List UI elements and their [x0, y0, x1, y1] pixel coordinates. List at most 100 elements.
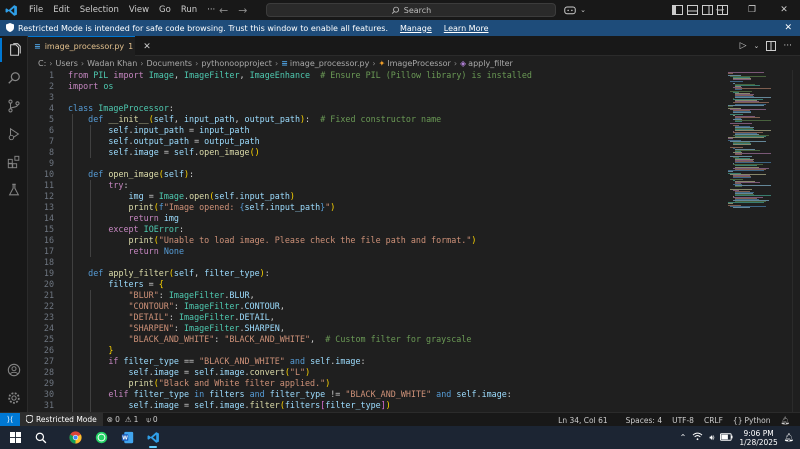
indentation[interactable]: Spaces: 4	[622, 416, 666, 425]
tray-overflow-chevron-icon[interactable]: ⌃	[680, 433, 687, 442]
testing-flask-icon[interactable]	[0, 178, 28, 202]
vertical-scrollbar[interactable]	[792, 70, 800, 412]
code-line[interactable]: 27 if filter_type == "BLACK_AND_WHITE" a…	[28, 356, 728, 367]
taskbar-search-icon[interactable]	[28, 426, 54, 449]
code-line[interactable]: 30 elif filter_type in filters and filte…	[28, 389, 728, 400]
code-line[interactable]: 26 }	[28, 345, 728, 356]
system-clock[interactable]: 9:06 PM 1/28/2025	[739, 429, 777, 447]
code-line[interactable]: 31 self.image = self.image.filter(filter…	[28, 400, 728, 411]
manage-link[interactable]: Manage	[400, 24, 432, 33]
code-line[interactable]: 15 except IOError:	[28, 224, 728, 235]
breadcrumb-method[interactable]: apply_filter	[468, 59, 513, 68]
banner-message: Restricted Mode is intended for safe cod…	[18, 23, 388, 33]
restricted-mode-status[interactable]: Restricted Mode	[20, 412, 103, 427]
code-line[interactable]: 8 self.image = self.open_image()	[28, 147, 728, 158]
code-line[interactable]: 10 def open_image(self):	[28, 169, 728, 180]
menu-edit[interactable]: Edit	[48, 0, 74, 20]
close-tab-icon[interactable]: ✕	[143, 42, 151, 52]
code-line[interactable]: 14 return img	[28, 213, 728, 224]
code-line[interactable]: 7 self.output_path = output_path	[28, 136, 728, 147]
code-editor[interactable]: 1 from PIL import Image, ImageFilter, Ima…	[28, 70, 728, 412]
run-debug-icon[interactable]	[0, 122, 28, 146]
code-line[interactable]: 20 filters = {	[28, 279, 728, 290]
code-line[interactable]: 16 print("Unable to load image. Please c…	[28, 235, 728, 246]
copilot-icon[interactable]	[562, 0, 578, 20]
restore-icon[interactable]: ❐	[736, 0, 768, 20]
notification-center-icon[interactable]: 🔔︎	[784, 433, 794, 442]
command-center-search[interactable]: Search	[266, 3, 556, 17]
minimap[interactable]	[728, 70, 792, 412]
code-line[interactable]: 11 try:	[28, 180, 728, 191]
notifications-bell-icon[interactable]: 🔔︎	[776, 416, 794, 425]
breadcrumb-file[interactable]: image_processor.py	[290, 59, 369, 68]
breadcrumb-drive[interactable]: C:	[38, 59, 46, 68]
code-line[interactable]: 24 "SHARPEN": ImageFilter.SHARPEN,	[28, 323, 728, 334]
extensions-icon[interactable]	[0, 150, 28, 174]
minimize-icon[interactable]: —	[704, 0, 736, 20]
code-line[interactable]: 13 print(f"Image opened: {self.input_pat…	[28, 202, 728, 213]
code-line[interactable]: 28 self.image = self.image.convert("L")	[28, 367, 728, 378]
menu-go[interactable]: Go	[154, 0, 176, 20]
tab-image-processor[interactable]: ≡ image_processor.py 1 ✕	[28, 36, 151, 56]
code-line[interactable]: 12 img = Image.open(self.input_path)	[28, 191, 728, 202]
toggle-panel-icon[interactable]	[687, 5, 698, 15]
volume-icon[interactable]: 🔊︎	[709, 433, 714, 443]
copilot-dropdown-icon[interactable]: ⌄	[578, 0, 588, 20]
back-arrow-icon[interactable]: ←	[219, 4, 228, 17]
code-line[interactable]: 2 import os	[28, 81, 728, 92]
breadcrumb-project[interactable]: pythonoopproject	[201, 59, 272, 68]
code-line[interactable]: 4 class ImageProcessor:	[28, 103, 728, 114]
code-line[interactable]: 19 def apply_filter(self, filter_type):	[28, 268, 728, 279]
menu-view[interactable]: View	[124, 0, 154, 20]
code-line[interactable]: 5 def __init__(self, input_path, output_…	[28, 114, 728, 125]
code-line[interactable]: 3	[28, 92, 728, 103]
ports-status[interactable]: ⍦ 0	[142, 415, 161, 425]
forward-arrow-icon[interactable]: →	[238, 4, 247, 17]
code-line[interactable]: 22 "CONTOUR": ImageFilter.CONTOUR,	[28, 301, 728, 312]
code-line[interactable]: 9	[28, 158, 728, 169]
close-banner-icon[interactable]: ✕	[784, 20, 792, 36]
code-line[interactable]: 21 "BLUR": ImageFilter.BLUR,	[28, 290, 728, 301]
windows-start-icon[interactable]	[2, 426, 28, 449]
wifi-icon[interactable]	[692, 432, 703, 443]
code-line[interactable]: 18	[28, 257, 728, 268]
code-line[interactable]: 6 self.input_path = input_path	[28, 125, 728, 136]
close-window-icon[interactable]: ✕	[768, 0, 800, 20]
learn-more-link[interactable]: Learn More	[444, 24, 489, 33]
encoding[interactable]: UTF-8	[668, 416, 698, 425]
menu-more[interactable]: ···	[202, 0, 220, 20]
search-sidebar-icon[interactable]	[0, 66, 28, 90]
explorer-icon[interactable]	[0, 38, 28, 62]
word-icon[interactable]: W	[114, 426, 140, 449]
breadcrumb-user[interactable]: Wadan Khan	[87, 59, 137, 68]
breadcrumb-documents[interactable]: Documents	[146, 59, 192, 68]
problems-status[interactable]: ⊗ 0 ⚠ 1	[103, 415, 143, 424]
vscode-taskbar-icon[interactable]	[140, 426, 166, 449]
line-ending[interactable]: CRLF	[700, 416, 727, 425]
remote-indicator-icon[interactable]: ⟩⟨	[0, 412, 20, 427]
code-line[interactable]: 29 print("Black and White filter applied…	[28, 378, 728, 389]
run-dropdown-icon[interactable]: ⌄	[754, 42, 760, 50]
toggle-primary-sidebar-icon[interactable]	[672, 5, 683, 15]
code-line[interactable]: 1 from PIL import Image, ImageFilter, Ima…	[28, 70, 728, 81]
account-icon[interactable]	[0, 358, 28, 382]
split-editor-icon[interactable]	[766, 41, 777, 51]
more-actions-icon[interactable]: ···	[783, 41, 792, 51]
cursor-position[interactable]: Ln 34, Col 61	[554, 416, 611, 425]
chevron-right-icon: ›	[372, 58, 376, 68]
menu-run[interactable]: Run	[176, 0, 202, 20]
run-file-icon[interactable]: ▷	[740, 41, 747, 51]
whatsapp-icon[interactable]	[88, 426, 114, 449]
code-line[interactable]: 17 return None	[28, 246, 728, 257]
code-line[interactable]: 25 "BLACK_AND_WHITE": "BLACK_AND_WHITE",…	[28, 334, 728, 345]
breadcrumb-class[interactable]: ImageProcessor	[387, 59, 451, 68]
settings-gear-icon[interactable]	[0, 386, 28, 410]
breadcrumb-users[interactable]: Users	[55, 59, 77, 68]
code-line[interactable]: 23 "DETAIL": ImageFilter.DETAIL,	[28, 312, 728, 323]
language-mode[interactable]: {} Python	[729, 416, 775, 425]
menu-selection[interactable]: Selection	[75, 0, 124, 20]
menu-file[interactable]: File	[24, 0, 48, 20]
battery-icon[interactable]	[720, 432, 733, 443]
source-control-icon[interactable]	[0, 94, 28, 118]
chrome-icon[interactable]	[62, 426, 88, 449]
